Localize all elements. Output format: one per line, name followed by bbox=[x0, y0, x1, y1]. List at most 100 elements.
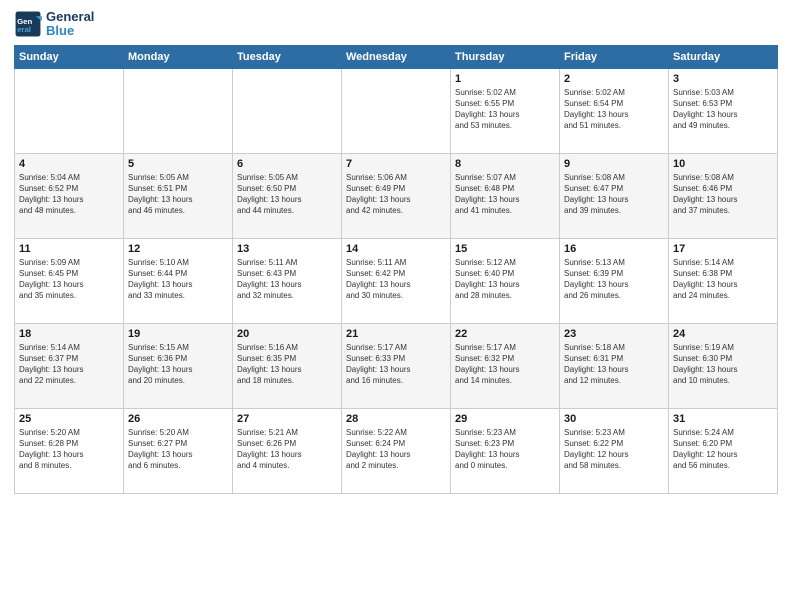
weekday-header-saturday: Saturday bbox=[669, 45, 778, 68]
day-number: 4 bbox=[19, 158, 119, 170]
logo-icon: Gen eral bbox=[14, 10, 42, 38]
calendar-day-cell: 25 Sunrise: 5:20 AM Sunset: 6:28 PM Dayli… bbox=[15, 408, 124, 493]
calendar-day-cell: 5 Sunrise: 5:05 AM Sunset: 6:51 PM Daylig… bbox=[124, 153, 233, 238]
day-number: 31 bbox=[673, 413, 773, 425]
day-info: Sunrise: 5:22 AM Sunset: 6:24 PM Dayligh… bbox=[346, 427, 446, 472]
day-info: Sunrise: 5:20 AM Sunset: 6:27 PM Dayligh… bbox=[128, 427, 228, 472]
empty-day-cell bbox=[124, 68, 233, 153]
day-number: 24 bbox=[673, 328, 773, 340]
calendar-day-cell: 26 Sunrise: 5:20 AM Sunset: 6:27 PM Dayli… bbox=[124, 408, 233, 493]
calendar-day-cell: 15 Sunrise: 5:12 AM Sunset: 6:40 PM Dayli… bbox=[451, 238, 560, 323]
day-info: Sunrise: 5:08 AM Sunset: 6:46 PM Dayligh… bbox=[673, 172, 773, 217]
day-number: 30 bbox=[564, 413, 664, 425]
weekday-header-sunday: Sunday bbox=[15, 45, 124, 68]
day-number: 22 bbox=[455, 328, 555, 340]
day-number: 25 bbox=[19, 413, 119, 425]
day-number: 2 bbox=[564, 73, 664, 85]
calendar-week-row: 4Sunrise: 5:04 AM Sunset: 6:52 PM Daylig… bbox=[15, 153, 778, 238]
weekday-header-wednesday: Wednesday bbox=[342, 45, 451, 68]
day-number: 8 bbox=[455, 158, 555, 170]
day-info: Sunrise: 5:12 AM Sunset: 6:40 PM Dayligh… bbox=[455, 257, 555, 302]
day-number: 28 bbox=[346, 413, 446, 425]
weekday-header-friday: Friday bbox=[560, 45, 669, 68]
day-info: Sunrise: 5:13 AM Sunset: 6:39 PM Dayligh… bbox=[564, 257, 664, 302]
day-number: 19 bbox=[128, 328, 228, 340]
day-info: Sunrise: 5:14 AM Sunset: 6:37 PM Dayligh… bbox=[19, 342, 119, 387]
calendar-day-cell: 18 Sunrise: 5:14 AM Sunset: 6:37 PM Dayli… bbox=[15, 323, 124, 408]
day-number: 7 bbox=[346, 158, 446, 170]
day-number: 13 bbox=[237, 243, 337, 255]
day-number: 15 bbox=[455, 243, 555, 255]
day-number: 21 bbox=[346, 328, 446, 340]
day-info: Sunrise: 5:11 AM Sunset: 6:42 PM Dayligh… bbox=[346, 257, 446, 302]
calendar-day-cell: 29Sunrise: 5:23 AM Sunset: 6:23 PM Dayli… bbox=[451, 408, 560, 493]
calendar-day-cell: 22 Sunrise: 5:17 AM Sunset: 6:32 PM Dayli… bbox=[451, 323, 560, 408]
weekday-header-monday: Monday bbox=[124, 45, 233, 68]
day-info: Sunrise: 5:05 AM Sunset: 6:50 PM Dayligh… bbox=[237, 172, 337, 217]
calendar-table: SundayMondayTuesdayWednesdayThursdayFrid… bbox=[14, 45, 778, 494]
calendar-header-row: SundayMondayTuesdayWednesdayThursdayFrid… bbox=[15, 45, 778, 68]
calendar-day-cell: 4Sunrise: 5:04 AM Sunset: 6:52 PM Daylig… bbox=[15, 153, 124, 238]
day-number: 16 bbox=[564, 243, 664, 255]
day-number: 9 bbox=[564, 158, 664, 170]
calendar-day-cell: 16 Sunrise: 5:13 AM Sunset: 6:39 PM Dayli… bbox=[560, 238, 669, 323]
calendar-day-cell: 2 Sunrise: 5:02 AM Sunset: 6:54 PM Daylig… bbox=[560, 68, 669, 153]
calendar-week-row: 11Sunrise: 5:09 AM Sunset: 6:45 PM Dayli… bbox=[15, 238, 778, 323]
day-info: Sunrise: 5:20 AM Sunset: 6:28 PM Dayligh… bbox=[19, 427, 119, 472]
day-info: Sunrise: 5:02 AM Sunset: 6:54 PM Dayligh… bbox=[564, 87, 664, 132]
day-number: 6 bbox=[237, 158, 337, 170]
day-info: Sunrise: 5:23 AM Sunset: 6:22 PM Dayligh… bbox=[564, 427, 664, 472]
calendar-day-cell: 30 Sunrise: 5:23 AM Sunset: 6:22 PM Dayli… bbox=[560, 408, 669, 493]
calendar-week-row: 18 Sunrise: 5:14 AM Sunset: 6:37 PM Dayli… bbox=[15, 323, 778, 408]
calendar-day-cell: 6 Sunrise: 5:05 AM Sunset: 6:50 PM Daylig… bbox=[233, 153, 342, 238]
calendar-day-cell: 1 Sunrise: 5:02 AM Sunset: 6:55 PM Daylig… bbox=[451, 68, 560, 153]
calendar-day-cell: 14 Sunrise: 5:11 AM Sunset: 6:42 PM Dayli… bbox=[342, 238, 451, 323]
calendar-week-row: 1 Sunrise: 5:02 AM Sunset: 6:55 PM Daylig… bbox=[15, 68, 778, 153]
calendar-day-cell: 3 Sunrise: 5:03 AM Sunset: 6:53 PM Daylig… bbox=[669, 68, 778, 153]
day-number: 23 bbox=[564, 328, 664, 340]
day-number: 5 bbox=[128, 158, 228, 170]
day-number: 27 bbox=[237, 413, 337, 425]
calendar-day-cell: 12 Sunrise: 5:10 AM Sunset: 6:44 PM Dayli… bbox=[124, 238, 233, 323]
day-info: Sunrise: 5:02 AM Sunset: 6:55 PM Dayligh… bbox=[455, 87, 555, 132]
day-info: Sunrise: 5:17 AM Sunset: 6:33 PM Dayligh… bbox=[346, 342, 446, 387]
day-info: Sunrise: 5:17 AM Sunset: 6:32 PM Dayligh… bbox=[455, 342, 555, 387]
calendar-week-row: 25 Sunrise: 5:20 AM Sunset: 6:28 PM Dayli… bbox=[15, 408, 778, 493]
weekday-header-tuesday: Tuesday bbox=[233, 45, 342, 68]
day-info: Sunrise: 5:16 AM Sunset: 6:35 PM Dayligh… bbox=[237, 342, 337, 387]
calendar-day-cell: 20 Sunrise: 5:16 AM Sunset: 6:35 PM Dayli… bbox=[233, 323, 342, 408]
calendar-day-cell: 27 Sunrise: 5:21 AM Sunset: 6:26 PM Dayli… bbox=[233, 408, 342, 493]
calendar-day-cell: 21 Sunrise: 5:17 AM Sunset: 6:33 PM Dayli… bbox=[342, 323, 451, 408]
day-info: Sunrise: 5:21 AM Sunset: 6:26 PM Dayligh… bbox=[237, 427, 337, 472]
day-info: Sunrise: 5:05 AM Sunset: 6:51 PM Dayligh… bbox=[128, 172, 228, 217]
calendar-day-cell: 13 Sunrise: 5:11 AM Sunset: 6:43 PM Dayli… bbox=[233, 238, 342, 323]
day-info: Sunrise: 5:03 AM Sunset: 6:53 PM Dayligh… bbox=[673, 87, 773, 132]
day-number: 3 bbox=[673, 73, 773, 85]
day-number: 17 bbox=[673, 243, 773, 255]
day-info: Sunrise: 5:06 AM Sunset: 6:49 PM Dayligh… bbox=[346, 172, 446, 217]
calendar-day-cell: 8 Sunrise: 5:07 AM Sunset: 6:48 PM Daylig… bbox=[451, 153, 560, 238]
day-info: Sunrise: 5:11 AM Sunset: 6:43 PM Dayligh… bbox=[237, 257, 337, 302]
calendar-day-cell: 17 Sunrise: 5:14 AM Sunset: 6:38 PM Dayli… bbox=[669, 238, 778, 323]
day-number: 20 bbox=[237, 328, 337, 340]
logo: Gen eral General Blue bbox=[14, 10, 94, 39]
day-number: 26 bbox=[128, 413, 228, 425]
day-info: Sunrise: 5:18 AM Sunset: 6:31 PM Dayligh… bbox=[564, 342, 664, 387]
day-info: Sunrise: 5:14 AM Sunset: 6:38 PM Dayligh… bbox=[673, 257, 773, 302]
day-number: 10 bbox=[673, 158, 773, 170]
calendar-day-cell: 31Sunrise: 5:24 AM Sunset: 6:20 PM Dayli… bbox=[669, 408, 778, 493]
day-info: Sunrise: 5:07 AM Sunset: 6:48 PM Dayligh… bbox=[455, 172, 555, 217]
day-number: 11 bbox=[19, 243, 119, 255]
day-number: 12 bbox=[128, 243, 228, 255]
day-number: 1 bbox=[455, 73, 555, 85]
logo-text: General bbox=[46, 10, 94, 24]
day-info: Sunrise: 5:23 AM Sunset: 6:23 PM Dayligh… bbox=[455, 427, 555, 472]
day-number: 18 bbox=[19, 328, 119, 340]
logo-blue-text: Blue bbox=[46, 24, 94, 38]
calendar-day-cell: 10 Sunrise: 5:08 AM Sunset: 6:46 PM Dayli… bbox=[669, 153, 778, 238]
calendar-day-cell: 19Sunrise: 5:15 AM Sunset: 6:36 PM Dayli… bbox=[124, 323, 233, 408]
day-number: 14 bbox=[346, 243, 446, 255]
calendar-day-cell: 9Sunrise: 5:08 AM Sunset: 6:47 PM Daylig… bbox=[560, 153, 669, 238]
weekday-header-thursday: Thursday bbox=[451, 45, 560, 68]
day-info: Sunrise: 5:10 AM Sunset: 6:44 PM Dayligh… bbox=[128, 257, 228, 302]
